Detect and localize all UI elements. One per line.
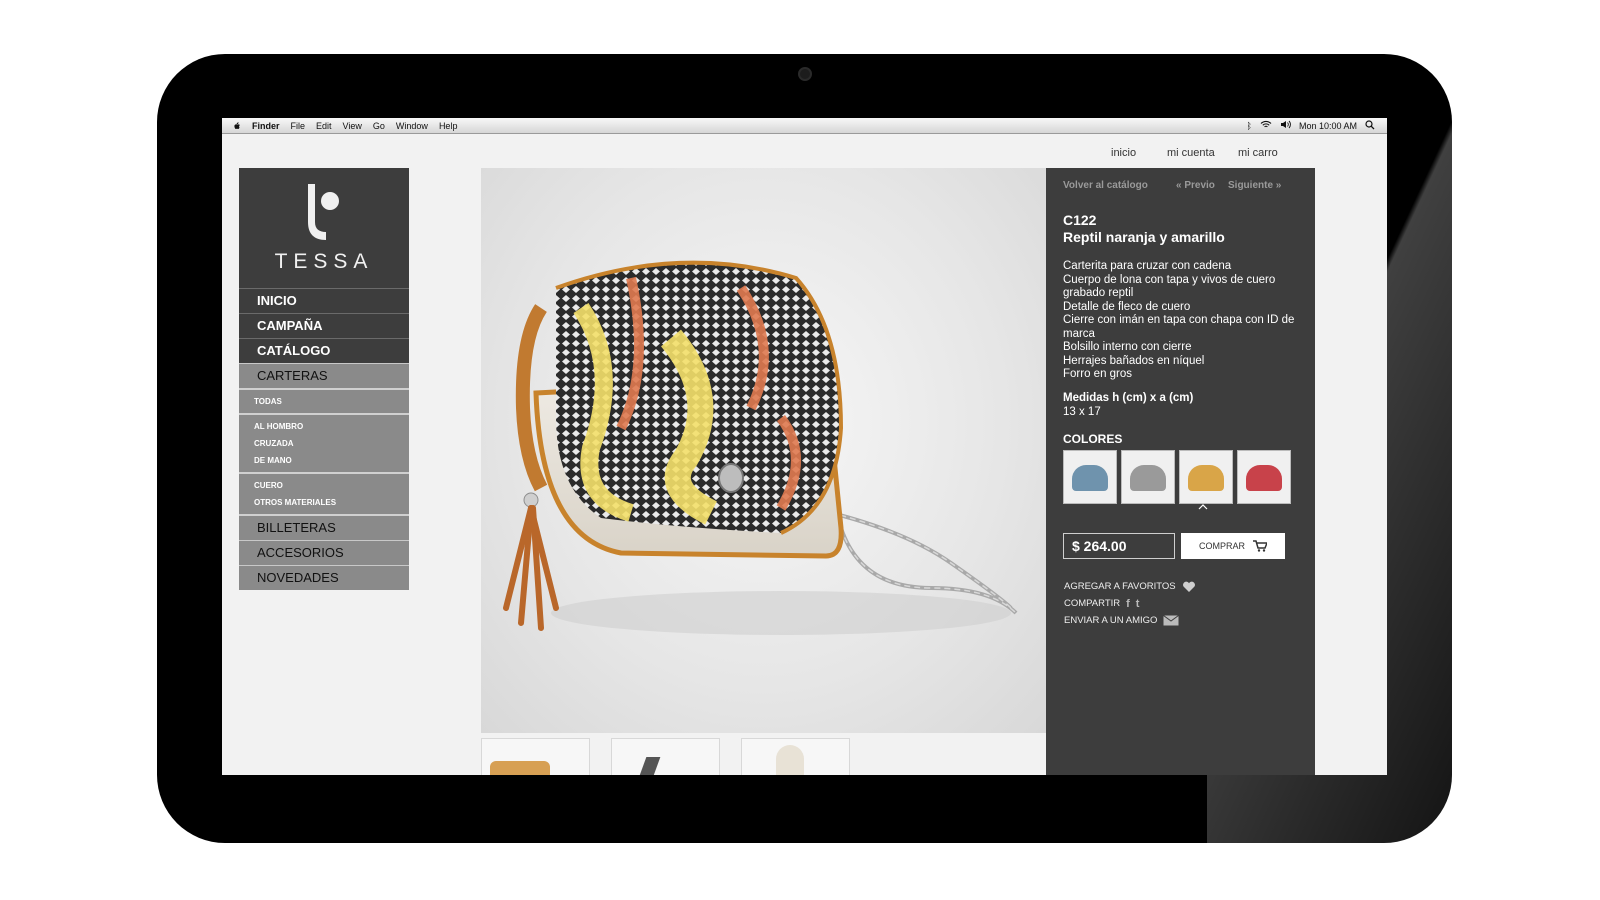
subnav-all: TODAS — [239, 388, 409, 413]
bluetooth-icon[interactable]: ᛒ — [1247, 121, 1252, 131]
product-panel: Volver al catálogo « Previo Siguiente » … — [1046, 168, 1315, 775]
share-action: COMPARTIR f t — [1064, 595, 1196, 612]
desc-line: Carterita para cruzar con cadena — [1063, 260, 1232, 272]
buy-button-label: COMPRAR — [1198, 541, 1245, 551]
product-main-image[interactable] — [481, 168, 1046, 733]
add-favorites-action[interactable]: AGREGAR A FAVORITOS — [1064, 578, 1196, 595]
subnav-al-hombro[interactable]: AL HOMBRO — [254, 418, 409, 435]
menu-help[interactable]: Help — [439, 121, 458, 131]
color-swatch-red[interactable] — [1237, 450, 1291, 504]
logo-mark-icon — [308, 184, 339, 240]
subnav-cruzada[interactable]: CRUZADA — [254, 435, 409, 452]
cart-icon — [1253, 540, 1267, 552]
subnav-de-mano[interactable]: DE MANO — [254, 452, 409, 469]
next-link[interactable]: Siguiente » — [1228, 180, 1281, 191]
nav-carteras[interactable]: CARTERAS — [239, 363, 409, 388]
menu-view[interactable]: View — [343, 121, 362, 131]
send-friend-label: ENVIAR A UN AMIGO — [1064, 615, 1158, 626]
nav-accesorios[interactable]: ACCESORIOS — [239, 540, 409, 565]
price: $ 264.00 — [1063, 533, 1175, 559]
wifi-icon[interactable] — [1260, 120, 1272, 131]
subnav-todas[interactable]: TODAS — [254, 393, 409, 410]
desc-line: Herrajes bañados en níquel — [1063, 354, 1205, 367]
desc-line: Forro en gros — [1063, 368, 1133, 380]
screen: Finder File Edit View Go Window Help ᛒ M… — [222, 118, 1387, 775]
colors-label: COLORES — [1063, 432, 1123, 446]
subnav-styles: AL HOMBRO CRUZADA DE MANO — [239, 413, 409, 472]
buy-button[interactable]: COMPRAR — [1181, 533, 1285, 559]
thumbnail-3[interactable] — [741, 738, 850, 775]
thumbnail-2[interactable] — [611, 738, 720, 775]
measure-label: Medidas h (cm) x a (cm) — [1063, 392, 1194, 404]
desc-line: Cuerpo de lona con tapa y vivos de cuero… — [1063, 273, 1276, 300]
bag-illustration — [503, 260, 1018, 635]
subnav-otros-materiales[interactable]: OTROS MATERIALES — [254, 494, 409, 511]
thumbnail-1[interactable] — [481, 738, 590, 775]
color-swatches — [1063, 450, 1291, 504]
nav-catalogo[interactable]: CATÁLOGO — [239, 338, 409, 363]
heart-icon — [1182, 581, 1195, 592]
topnav-inicio[interactable]: inicio — [1111, 147, 1136, 159]
prev-link[interactable]: « Previo — [1176, 180, 1215, 191]
brand-logo[interactable]: TESSA — [239, 168, 409, 288]
twitter-icon[interactable]: t — [1136, 598, 1140, 610]
menu-file[interactable]: File — [291, 121, 306, 131]
menu-finder[interactable]: Finder — [252, 121, 280, 131]
topnav-mi-carro[interactable]: mi carro — [1238, 147, 1278, 159]
color-swatch-yellow[interactable] — [1179, 450, 1233, 504]
brand-name: TESSA — [274, 250, 374, 273]
volume-icon[interactable] — [1280, 120, 1291, 131]
menu-go[interactable]: Go — [373, 121, 385, 131]
measure-value: 13 x 17 — [1063, 406, 1101, 418]
menu-window[interactable]: Window — [396, 121, 428, 131]
nav-campana[interactable]: CAMPAÑA — [239, 313, 409, 338]
nav-inicio[interactable]: INICIO — [239, 288, 409, 313]
product-nav: Volver al catálogo « Previo Siguiente » — [1063, 180, 1295, 191]
product-code: C122 — [1063, 212, 1097, 228]
clock[interactable]: Mon 10:00 AM — [1299, 121, 1357, 131]
os-menubar: Finder File Edit View Go Window Help ᛒ M… — [222, 118, 1387, 134]
add-favorites-label: AGREGAR A FAVORITOS — [1064, 581, 1176, 592]
color-swatch-blue[interactable] — [1063, 450, 1117, 504]
color-swatch-grey[interactable] — [1121, 450, 1175, 504]
sidebar: TESSA INICIO CAMPAÑA CATÁLOGO CARTERAS T… — [239, 168, 409, 590]
send-friend-action[interactable]: ENVIAR A UN AMIGO — [1064, 612, 1196, 629]
menu-edit[interactable]: Edit — [316, 121, 332, 131]
thumbnail-row — [481, 738, 850, 775]
share-label: COMPARTIR — [1064, 598, 1121, 609]
product-description: Carterita para cruzar con cadena Cuerpo … — [1063, 260, 1298, 382]
desc-line: Bolsillo interno con cierre — [1063, 341, 1192, 353]
nav-novedades[interactable]: NOVEDADES — [239, 565, 409, 590]
chevron-up-icon — [1198, 504, 1208, 510]
product-actions: AGREGAR A FAVORITOS COMPARTIR f t ENVIAR… — [1064, 578, 1196, 629]
facebook-icon[interactable]: f — [1126, 598, 1130, 610]
apple-icon[interactable] — [232, 121, 242, 131]
subnav-materials: CUERO OTROS MATERIALES — [239, 472, 409, 514]
product-title: Reptil naranja y amarillo — [1063, 229, 1225, 245]
desc-line: Cierre con imán en tapa con chapa con ID… — [1063, 314, 1295, 340]
spotlight-icon[interactable] — [1365, 119, 1375, 132]
topnav-mi-cuenta[interactable]: mi cuenta — [1167, 147, 1215, 159]
desc-line: Detalle de fleco de cuero — [1063, 300, 1191, 313]
subnav-cuero[interactable]: CUERO — [254, 477, 409, 494]
envelope-icon — [1163, 615, 1180, 626]
back-to-catalog-link[interactable]: Volver al catálogo — [1063, 180, 1148, 191]
camera — [798, 67, 812, 81]
nav-billeteras[interactable]: BILLETERAS — [239, 514, 409, 540]
